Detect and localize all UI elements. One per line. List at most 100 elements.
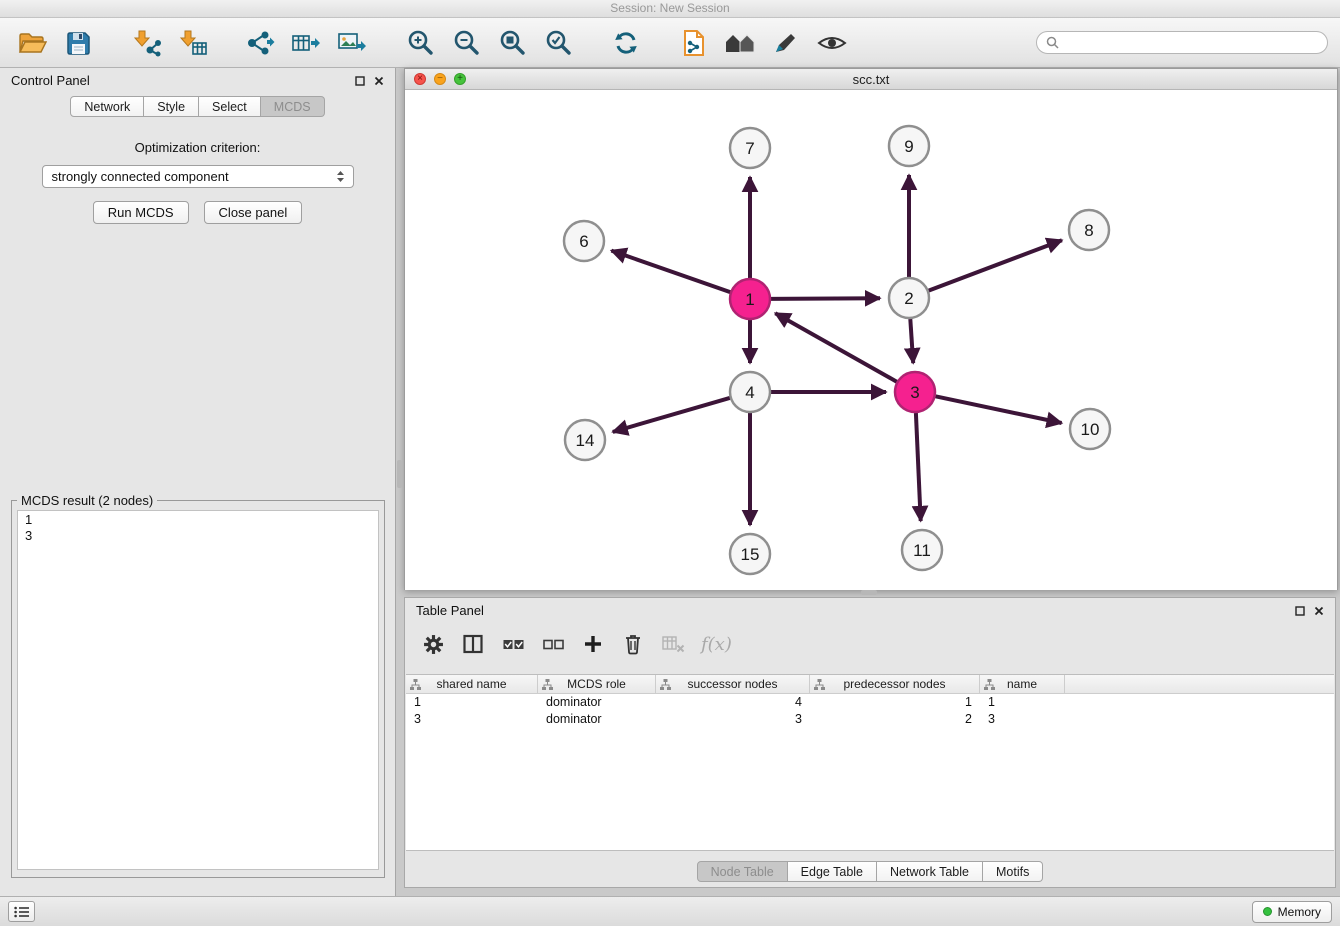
column-header-shared-name[interactable]: shared name xyxy=(406,675,538,693)
first-neighbors-button[interactable] xyxy=(720,23,760,63)
close-window-button[interactable]: × xyxy=(414,73,426,85)
sort-icon xyxy=(542,679,553,690)
zoom-selected-button[interactable] xyxy=(538,23,578,63)
criterion-select[interactable]: strongly connected component xyxy=(42,165,354,188)
table-tab-motifs[interactable]: Motifs xyxy=(983,861,1043,882)
optimization-criterion-label: Optimization criterion: xyxy=(0,140,395,155)
refresh-view-button[interactable] xyxy=(606,23,646,63)
save-session-button[interactable] xyxy=(58,23,98,63)
import-table-button[interactable] xyxy=(172,23,212,63)
delete-table-button[interactable] xyxy=(661,629,685,659)
graph-node-15[interactable]: 15 xyxy=(730,534,770,574)
add-column-button[interactable] xyxy=(581,629,605,659)
style-paint-button[interactable] xyxy=(766,23,806,63)
tab-network[interactable]: Network xyxy=(70,96,144,117)
zoom-out-icon xyxy=(452,29,480,57)
graph-node-4[interactable]: 4 xyxy=(730,372,770,412)
zoom-out-button[interactable] xyxy=(446,23,486,63)
import-network-button[interactable] xyxy=(126,23,166,63)
graph-node-11[interactable]: 11 xyxy=(902,530,942,570)
graph-edge-2-3[interactable] xyxy=(910,319,913,363)
graph-node-9[interactable]: 9 xyxy=(889,126,929,166)
select-all-rows-button[interactable] xyxy=(501,629,525,659)
function-builder-button[interactable]: f(x) xyxy=(701,629,732,659)
table-tab-node-table[interactable]: Node Table xyxy=(697,861,788,882)
table-cell[interactable]: 4 xyxy=(656,694,810,711)
show-columns-button[interactable] xyxy=(461,629,485,659)
export-image-icon xyxy=(337,29,367,57)
table-cell[interactable]: dominator xyxy=(538,711,656,728)
graph-edge-3-10[interactable] xyxy=(936,396,1062,423)
zoom-window-button[interactable]: + xyxy=(454,73,466,85)
graph-node-2[interactable]: 2 xyxy=(889,278,929,318)
tab-mcds[interactable]: MCDS xyxy=(261,96,325,117)
graph-node-14[interactable]: 14 xyxy=(565,420,605,460)
network-window-titlebar: × − + scc.txt xyxy=(405,69,1337,90)
delete-columns-button[interactable] xyxy=(621,629,645,659)
float-panel-icon[interactable] xyxy=(355,76,365,86)
table-cell[interactable]: 1 xyxy=(980,694,1065,711)
table-settings-button[interactable] xyxy=(421,629,445,659)
table-cell[interactable]: 2 xyxy=(810,711,980,728)
graph-edge-4-14[interactable] xyxy=(613,398,730,432)
table-cell[interactable]: 3 xyxy=(656,711,810,728)
graph-edge-1-6[interactable] xyxy=(611,251,730,293)
tab-style[interactable]: Style xyxy=(144,96,199,117)
memory-status-dot xyxy=(1263,907,1272,916)
table-tab-network-table[interactable]: Network Table xyxy=(877,861,983,882)
table-cell[interactable]: dominator xyxy=(538,694,656,711)
graph-edge-2-8[interactable] xyxy=(929,240,1062,290)
run-mcds-button[interactable]: Run MCDS xyxy=(93,201,189,224)
graph-node-1[interactable]: 1 xyxy=(730,279,770,319)
table-cell[interactable]: 3 xyxy=(406,711,538,728)
graph-node-10[interactable]: 10 xyxy=(1070,409,1110,449)
table-row[interactable]: 1dominator411 xyxy=(406,694,1334,711)
splitter-handle-horizontal[interactable] xyxy=(861,590,877,595)
new-network-from-selection-button[interactable] xyxy=(674,23,714,63)
window-controls: × − + xyxy=(414,73,466,85)
zoom-fit-icon xyxy=(498,29,526,57)
export-image-button[interactable] xyxy=(332,23,372,63)
table-panel-title: Table Panel xyxy=(416,603,484,618)
table-cell[interactable]: 3 xyxy=(980,711,1065,728)
minimize-window-button[interactable]: − xyxy=(434,73,446,85)
graph-edge-3-11[interactable] xyxy=(916,413,921,521)
table-cell[interactable]: 1 xyxy=(810,694,980,711)
table-row[interactable]: 3dominator323 xyxy=(406,711,1334,728)
search-input[interactable] xyxy=(1064,36,1318,50)
network-from-selection-icon xyxy=(681,29,707,57)
mcds-result-list[interactable]: 1 3 xyxy=(17,510,379,870)
close-panel-icon[interactable] xyxy=(374,76,384,86)
column-header-MCDS-role[interactable]: MCDS role xyxy=(538,675,656,693)
zoom-fit-button[interactable] xyxy=(492,23,532,63)
table-tab-edge-table[interactable]: Edge Table xyxy=(788,861,877,882)
export-table-button[interactable] xyxy=(286,23,326,63)
open-session-button[interactable] xyxy=(12,23,52,63)
show-hide-button[interactable] xyxy=(812,23,852,63)
close-table-panel-icon[interactable] xyxy=(1314,606,1324,616)
graph-node-8[interactable]: 8 xyxy=(1069,210,1109,250)
table-cell[interactable]: 1 xyxy=(406,694,538,711)
splitter-handle-vertical[interactable] xyxy=(397,460,402,488)
graph-edge-3-1[interactable] xyxy=(775,313,896,382)
graph-node-3[interactable]: 3 xyxy=(895,372,935,412)
import-group xyxy=(126,23,212,63)
column-header-successor-nodes[interactable]: successor nodes xyxy=(656,675,810,693)
export-network-button[interactable] xyxy=(240,23,280,63)
column-header-name[interactable]: name xyxy=(980,675,1065,693)
graph-node-6[interactable]: 6 xyxy=(564,221,604,261)
column-header-predecessor-nodes[interactable]: predecessor nodes xyxy=(810,675,980,693)
svg-text:1: 1 xyxy=(745,290,754,309)
window-title: Session: New Session xyxy=(610,1,729,15)
graph-node-7[interactable]: 7 xyxy=(730,128,770,168)
tab-select[interactable]: Select xyxy=(199,96,261,117)
zoom-in-button[interactable] xyxy=(400,23,440,63)
search-box[interactable] xyxy=(1036,31,1328,54)
status-menu-button[interactable] xyxy=(8,901,35,922)
memory-button[interactable]: Memory xyxy=(1252,901,1332,923)
network-canvas[interactable]: 7 9 6 8 1 2 4 3 14 10 15 11 xyxy=(405,90,1337,590)
graph-edge-1-2[interactable] xyxy=(771,298,880,299)
float-table-panel-icon[interactable] xyxy=(1295,606,1305,616)
close-panel-button[interactable]: Close panel xyxy=(204,201,303,224)
deselect-all-rows-button[interactable] xyxy=(541,629,565,659)
